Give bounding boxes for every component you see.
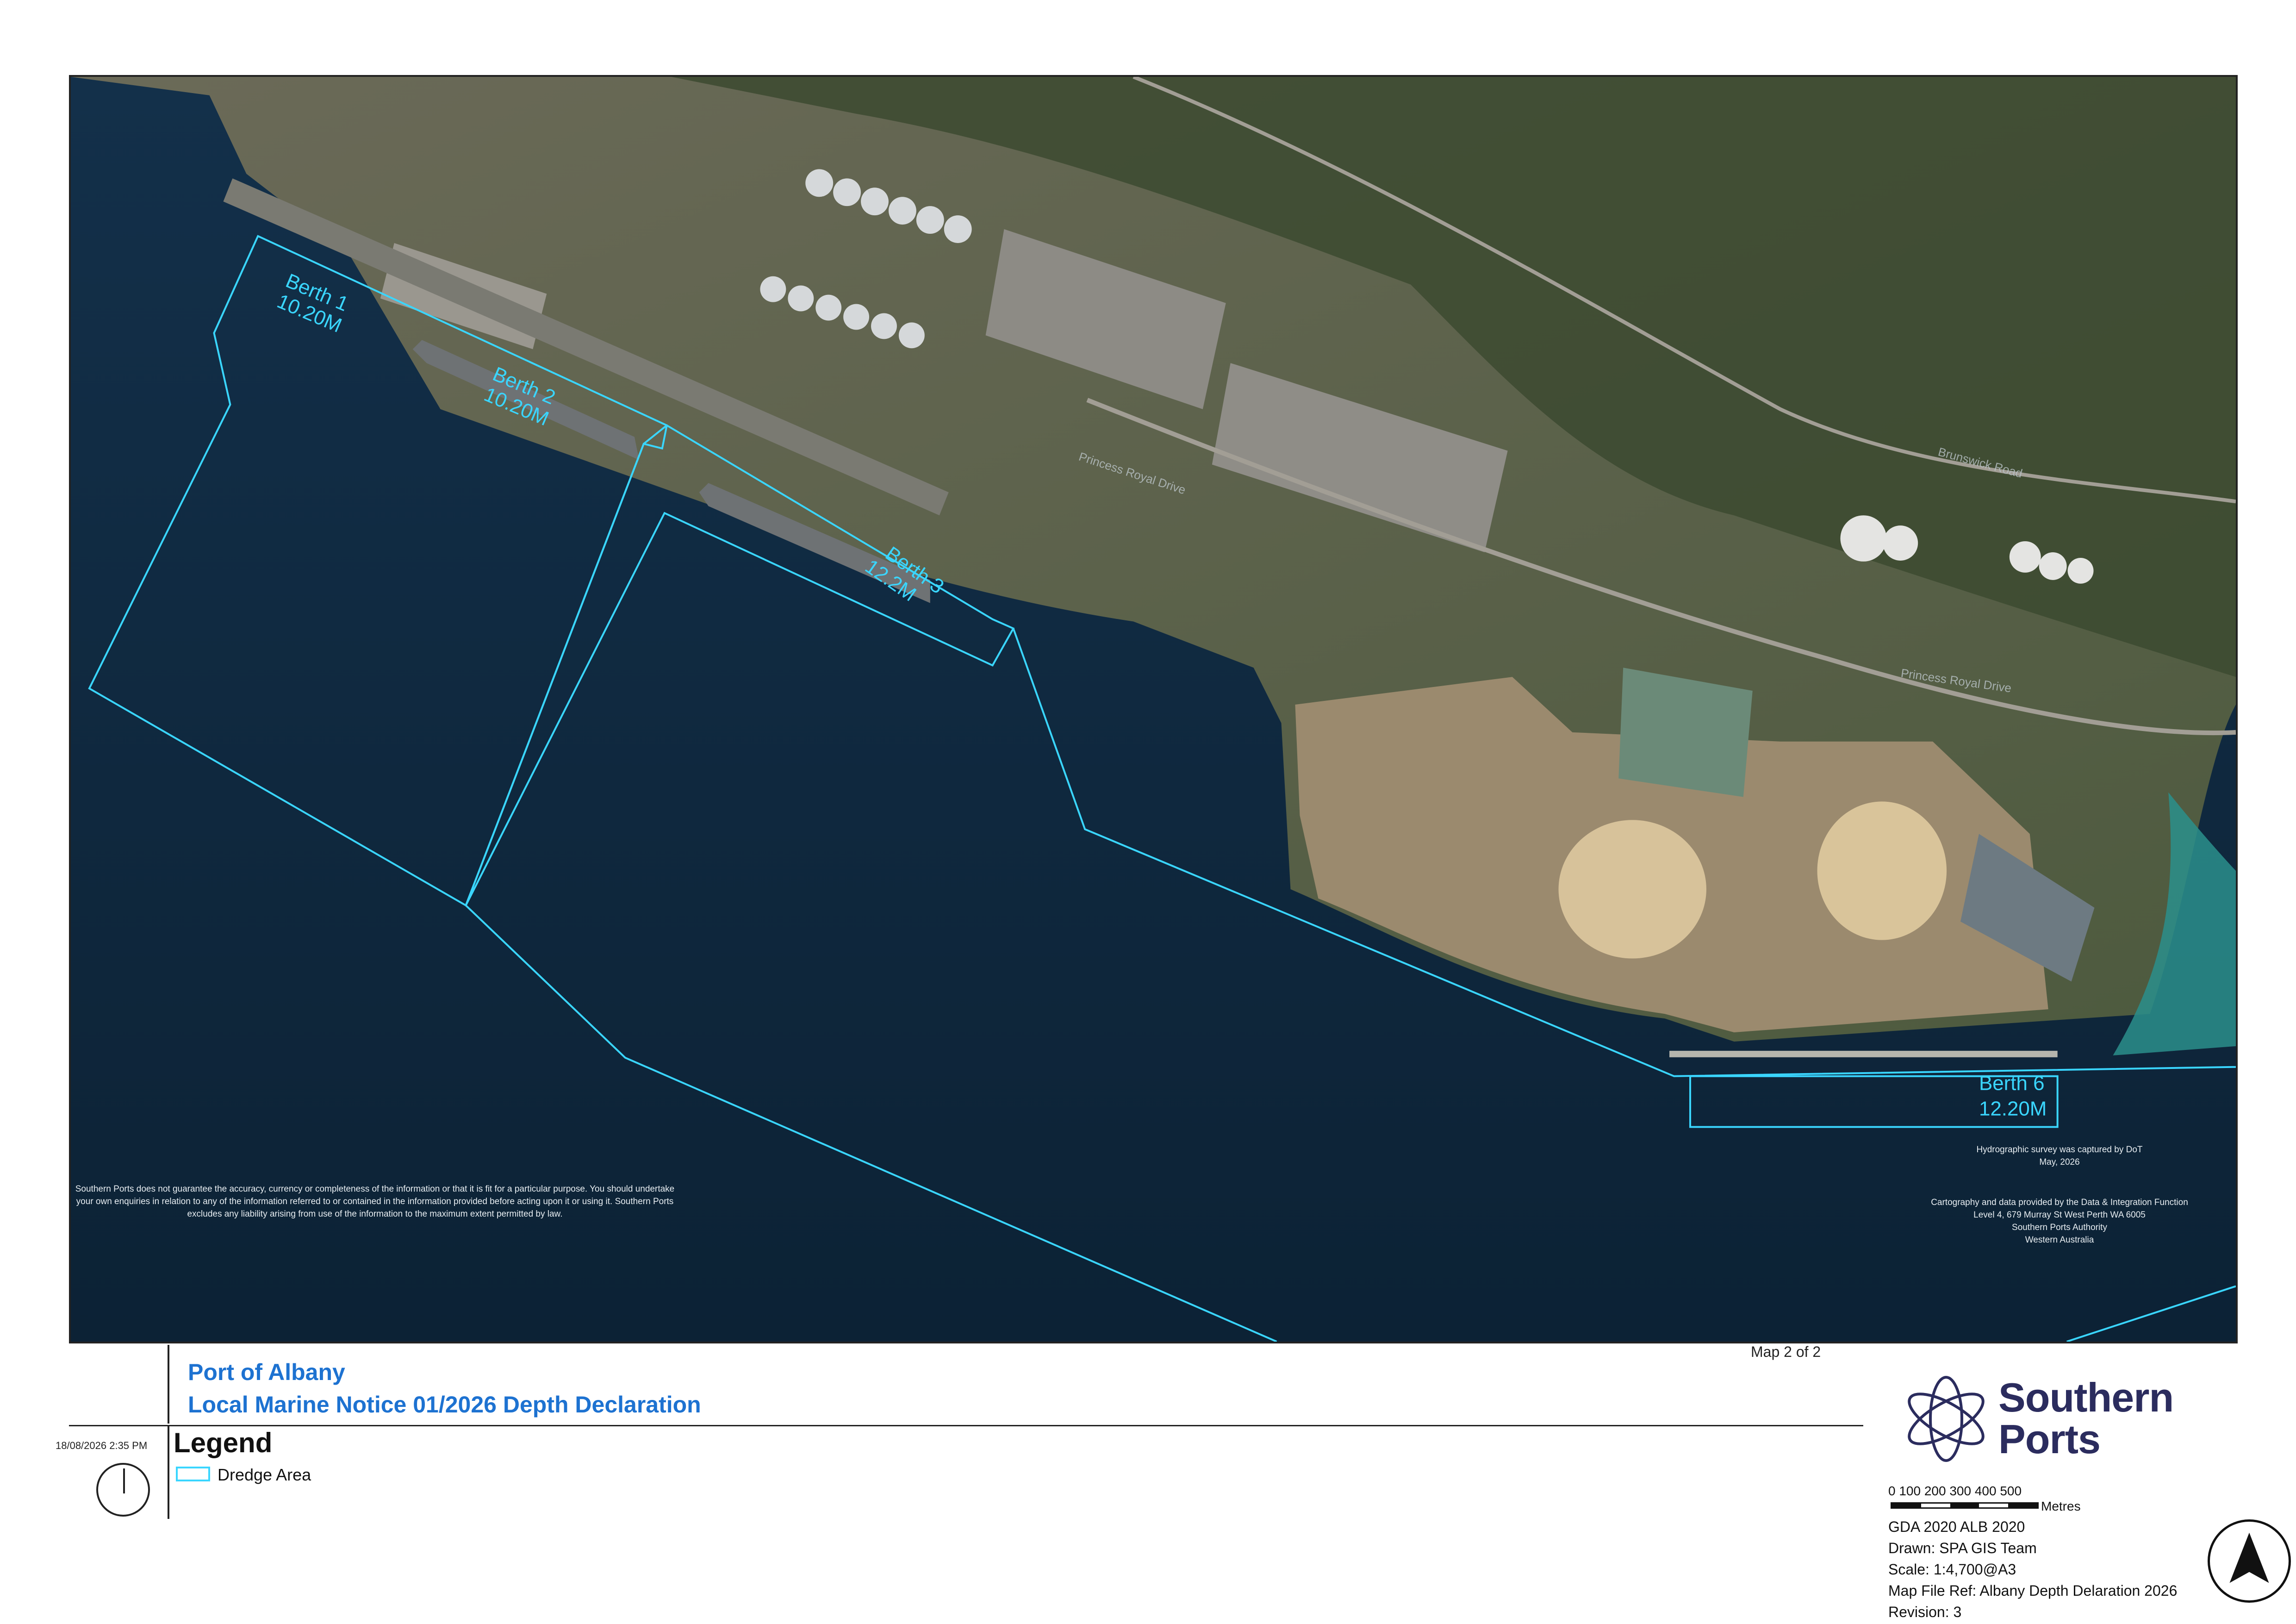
map-credits: Hydrographic survey was captured by DoT … bbox=[1874, 1143, 2245, 1246]
north-arrow-icon bbox=[2208, 1519, 2291, 1603]
woodchip-pile bbox=[1817, 801, 1947, 940]
credits-line: Western Australia bbox=[2025, 1235, 2094, 1245]
credits-line: Cartography and data provided by the Dat… bbox=[1931, 1198, 2188, 1207]
compass-icon bbox=[96, 1463, 150, 1517]
berth-6-name: Berth 6 bbox=[1979, 1072, 2045, 1095]
survey-note: Hydrographic survey was captured by DoT bbox=[1976, 1145, 2143, 1155]
map-info: GDA 2020 ALB 2020 Drawn: SPA GIS Team Sc… bbox=[1888, 1516, 2177, 1623]
revision: Revision: 3 bbox=[1888, 1604, 1962, 1620]
credits-line: Level 4, 679 Murray St West Perth WA 600… bbox=[1973, 1210, 2146, 1220]
drawn-by: Drawn: SPA GIS Team bbox=[1888, 1540, 2037, 1556]
scale-unit: Metres bbox=[2041, 1499, 2081, 1513]
map-title: Port of Albany bbox=[188, 1359, 345, 1385]
title-block: Port of Albany Local Marine Notice 01/20… bbox=[168, 1345, 1865, 1424]
disclaimer-text: Southern Ports does not guarantee the ac… bbox=[75, 1184, 675, 1219]
map-scale: Scale: 1:4,700@A3 bbox=[1888, 1561, 2016, 1578]
map-page-indicator: Map 2 of 2 bbox=[1751, 1343, 1821, 1360]
woodchip-pile bbox=[1558, 820, 1706, 959]
credits-line: Southern Ports Authority bbox=[2012, 1223, 2107, 1232]
legend-title: Legend bbox=[174, 1427, 273, 1458]
berth-6-depth: 12.20M bbox=[1979, 1097, 2047, 1120]
jetty bbox=[1669, 1050, 2058, 1057]
file-ref: Map File Ref: Albany Depth Delaration 20… bbox=[1888, 1582, 2178, 1599]
southern-ports-logo-icon bbox=[1908, 1376, 1985, 1462]
divider bbox=[168, 1426, 169, 1519]
divider bbox=[69, 1425, 1863, 1426]
brand-name: Ports bbox=[1998, 1416, 2101, 1462]
datum: GDA 2020 ALB 2020 bbox=[1888, 1518, 2025, 1535]
brand-name: Southern bbox=[1998, 1374, 2174, 1420]
date-stamp: 18/08/2026 2:35 PM bbox=[56, 1440, 148, 1451]
scale-bar bbox=[1891, 1502, 2039, 1509]
scale-ticks: 0 100 200 300 400 500 bbox=[1888, 1484, 2022, 1498]
legend-item-label: Dredge Area bbox=[218, 1465, 311, 1484]
map-subtitle: Local Marine Notice 01/2026 Depth Declar… bbox=[188, 1392, 701, 1418]
survey-date: May, 2026 bbox=[2039, 1157, 2080, 1167]
dredge-area-swatch bbox=[176, 1467, 210, 1481]
